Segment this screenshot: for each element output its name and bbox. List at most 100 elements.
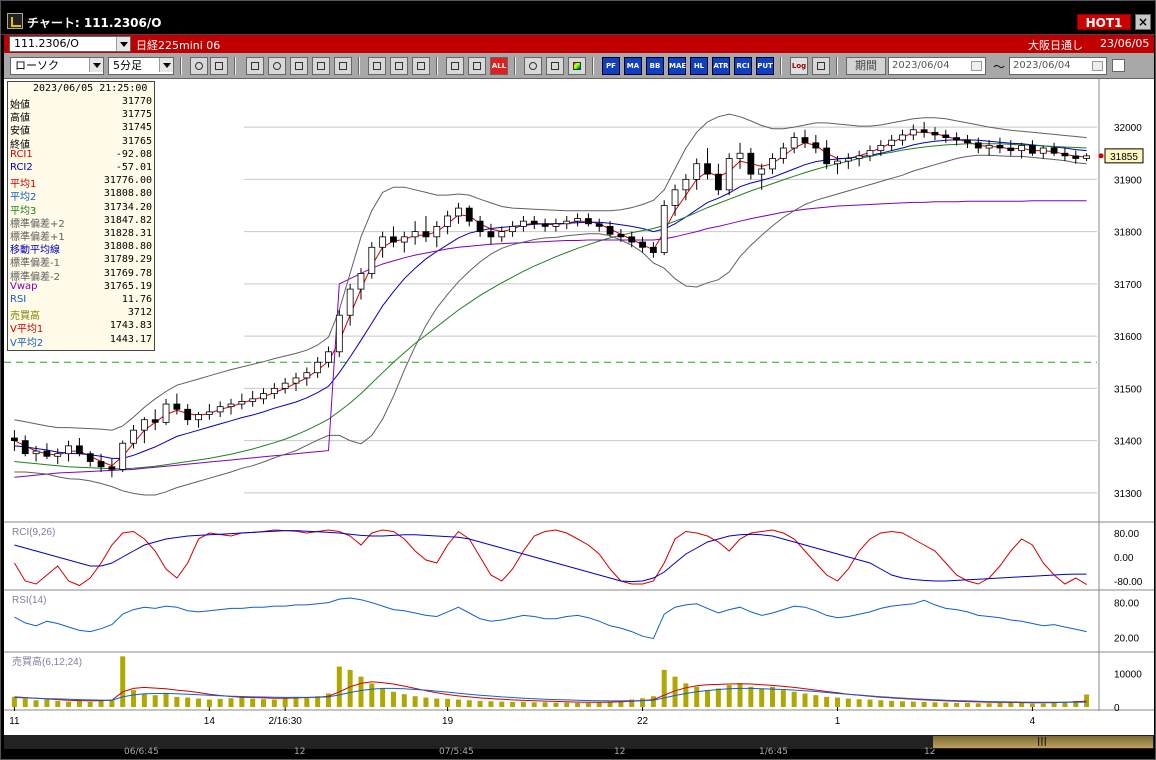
chevron-down-icon[interactable] [159, 58, 173, 72]
x-axis-tick: 14 [204, 716, 216, 727]
indicator-hl-button[interactable]: HL [690, 57, 708, 75]
candle-body [238, 401, 246, 405]
tools-icon[interactable] [546, 57, 564, 75]
candle-body [400, 236, 408, 243]
volume-bar [141, 693, 147, 707]
memo-icon[interactable] [334, 57, 352, 75]
chart-toolbar: ローソク 5分足 ALL PF MA BB MAE HL ATR RCI PUT… [4, 53, 1154, 79]
candle-right-icon[interactable] [468, 57, 486, 75]
scrollbar-label: 12 [294, 747, 306, 757]
chart-area[interactable]: 32000 31900 31800 31700 31600 31500 31400 31300… [4, 79, 1154, 735]
chevron-down-icon[interactable] [116, 37, 130, 51]
candle-body [411, 231, 419, 238]
period-checkbox[interactable] [1112, 59, 1125, 72]
data-row-label: RCI2 [10, 162, 33, 173]
data-row: 標準偏差+2 31847.82 [10, 215, 154, 230]
toolbar-divider [514, 57, 516, 75]
candle-compare-icon[interactable] [312, 57, 330, 75]
volume-bar [477, 700, 483, 707]
crosshair-icon[interactable] [210, 57, 228, 75]
candle-body [216, 406, 224, 413]
candle-body [1083, 155, 1090, 159]
candle-body [108, 466, 116, 470]
candle-body [444, 215, 452, 227]
candle-body [660, 205, 668, 253]
calendar-icon[interactable] [1092, 61, 1103, 71]
volume-bar [390, 691, 396, 707]
candle-body [368, 246, 376, 274]
price-axis-tick: 31300 [1114, 489, 1142, 500]
indicator-rci-button[interactable]: RCI [734, 57, 752, 75]
volume-bar [607, 701, 613, 707]
candle-body [1007, 147, 1015, 152]
volume-bar [412, 696, 418, 707]
chart-type-select[interactable]: ローソク [10, 57, 104, 75]
calendar-icon[interactable] [971, 61, 982, 71]
data-row: 安値 31745 [10, 122, 154, 137]
indicator-atr-button[interactable]: ATR [712, 57, 730, 75]
date-to-input[interactable]: 2023/06/04 [1009, 57, 1107, 75]
chevron-down-icon[interactable] [89, 58, 103, 72]
x-axis-tick: 19 [442, 716, 454, 727]
candle-body [617, 233, 625, 238]
settings-icon[interactable] [524, 57, 542, 75]
candle-left-icon[interactable] [446, 57, 464, 75]
color-palette-icon[interactable] [568, 57, 586, 75]
indicator-mae-button[interactable]: MAE [668, 57, 686, 75]
volume-bar [282, 698, 288, 707]
data-row-value: 31765.19 [103, 280, 152, 292]
volume-bar [694, 686, 700, 707]
candle-body [823, 147, 831, 165]
candle-body [725, 158, 733, 191]
date-from-input[interactable]: 2023/06/04 [888, 57, 986, 75]
code-select[interactable]: 111.2306/O [9, 36, 131, 52]
window-icon[interactable] [812, 57, 830, 75]
volume-bar [737, 683, 743, 707]
candle-body [888, 139, 896, 146]
candle-body [964, 139, 971, 144]
volume-bar [76, 700, 82, 707]
volume-bar [196, 698, 202, 707]
title-bar[interactable]: チャート: 111.2306/O HOT1 × [1, 1, 1155, 35]
candle-body [390, 236, 397, 243]
candle-body [779, 147, 787, 159]
hot1-button[interactable]: HOT1 [1077, 14, 1131, 30]
candle-body [866, 150, 874, 157]
volume-bar [380, 688, 386, 707]
candle-body [812, 142, 820, 149]
undo-icon[interactable] [412, 57, 430, 75]
candle-body [834, 160, 841, 165]
volume-bar [813, 695, 819, 707]
chart-svg[interactable]: 32000 31900 31800 31700 31600 31500 31400 31300… [4, 79, 1154, 735]
period-button[interactable]: 期間 [846, 57, 886, 75]
zoom-icon[interactable] [190, 57, 208, 75]
scrollbar-thumb[interactable]: ||| [932, 735, 1154, 749]
indicator-ma-button[interactable]: MA [624, 57, 642, 75]
candle-body [270, 387, 278, 394]
pencil-icon[interactable] [368, 57, 386, 75]
volume-bar [1040, 703, 1046, 707]
time-scrollbar[interactable]: 06/6:45 12 07/5:45 12 1/6:45 12 ||| [4, 735, 1154, 757]
log-scale-button[interactable]: Log [790, 57, 808, 75]
all-button[interactable]: ALL [490, 57, 508, 75]
timeframe-select[interactable]: 5分足 [108, 57, 174, 75]
volume-bar [434, 698, 440, 707]
close-button[interactable]: × [1135, 14, 1151, 30]
volume-bar [1051, 702, 1057, 707]
candle-body [1029, 145, 1036, 154]
data-row-value: 31769.78 [103, 267, 152, 279]
volume-bar [510, 701, 516, 707]
download-icon[interactable] [246, 57, 264, 75]
indicator-bb-button[interactable]: BB [646, 57, 664, 75]
candle-body [1072, 155, 1080, 159]
volume-panel-title: 売買高(6,12,24) [12, 655, 82, 668]
indicator-pf-button[interactable]: PF [602, 57, 620, 75]
search-chart-icon[interactable] [268, 57, 286, 75]
volume-bar [455, 699, 461, 707]
price-axis-tick: 31500 [1114, 384, 1142, 395]
data-row: 高値 31775 [10, 109, 154, 124]
cursor-icon[interactable] [390, 57, 408, 75]
bar-chart-icon[interactable] [290, 57, 308, 75]
indicator-put-button[interactable]: PUT [756, 57, 774, 75]
chart-type-value: ローソク [15, 59, 59, 72]
